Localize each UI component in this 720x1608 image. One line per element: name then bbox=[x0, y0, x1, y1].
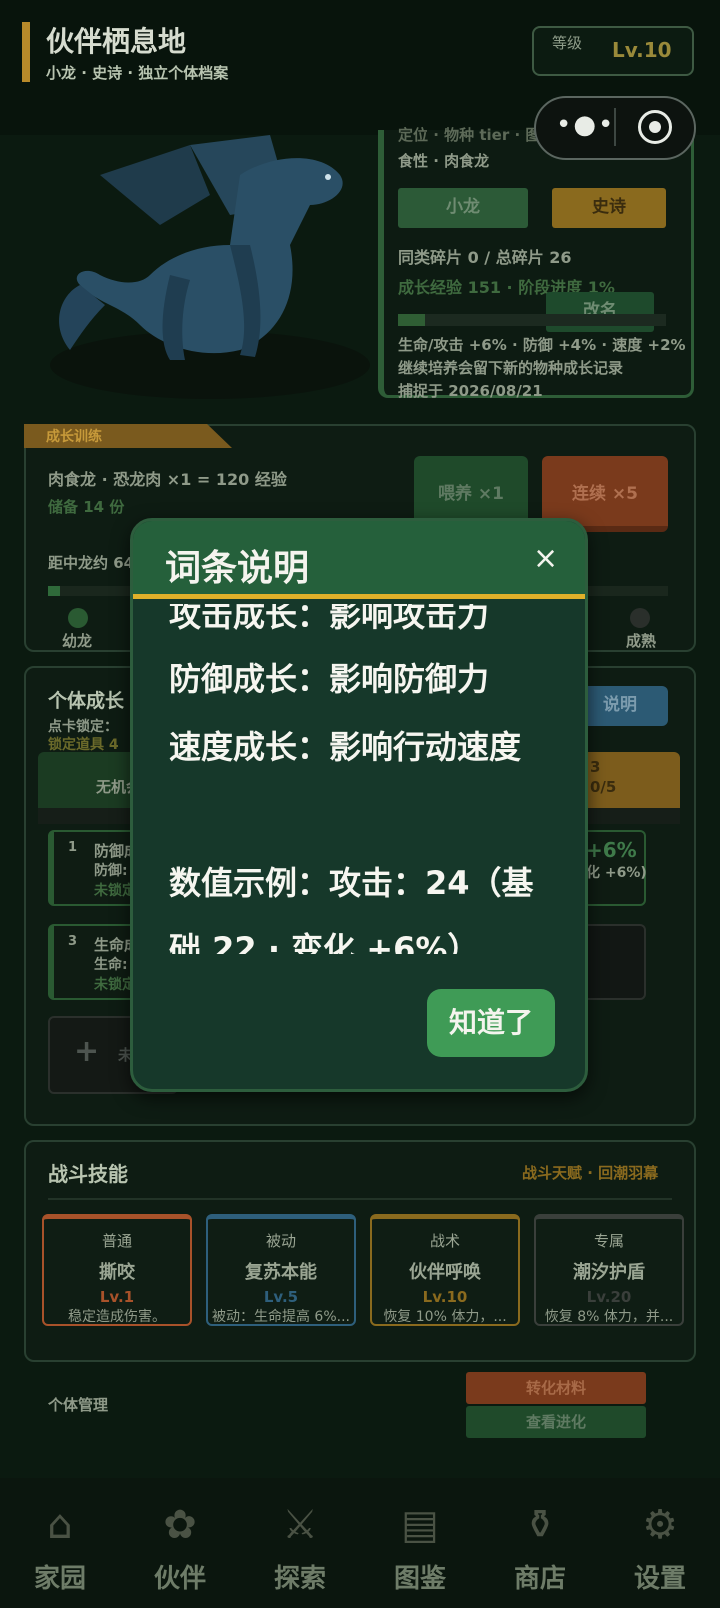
modal-line-defense: 防御成长：影响防御力 bbox=[169, 660, 490, 698]
tab-label: 设置 bbox=[633, 1564, 686, 1594]
close-icon[interactable]: × bbox=[533, 541, 558, 576]
tab-home[interactable]: ⌂ 家园 bbox=[0, 1500, 120, 1595]
tab-partner[interactable]: ✿ 伙伴 bbox=[120, 1500, 240, 1595]
tab-label: 商店 bbox=[513, 1564, 566, 1594]
tab-label: 图鉴 bbox=[393, 1564, 446, 1594]
modal-line-speed: 速度成长：影响行动速度 bbox=[169, 728, 522, 766]
ok-button[interactable]: 知道了 bbox=[427, 989, 555, 1057]
modal-line-example-cont: 础 22 · 变化 +6%） bbox=[169, 930, 480, 954]
tab-label: 伙伴 bbox=[153, 1564, 206, 1594]
codex-icon: ▤ bbox=[401, 1502, 439, 1548]
explore-icon: ⚔ bbox=[282, 1502, 318, 1548]
tab-shop[interactable]: ⚱ 商店 bbox=[480, 1500, 600, 1595]
term-explain-modal: 词条说明 × 攻击成长：影响攻击力 防御成长：影响防御力 速度成长：影响行动速度… bbox=[130, 518, 588, 1092]
tab-codex[interactable]: ▤ 图鉴 bbox=[360, 1500, 480, 1595]
shop-icon: ⚱ bbox=[523, 1502, 557, 1548]
tab-settings[interactable]: ⚙ 设置 bbox=[600, 1500, 720, 1595]
tab-explore[interactable]: ⚔ 探索 bbox=[240, 1500, 360, 1595]
modal-line-attack: 攻击成长：影响攻击力 bbox=[169, 604, 490, 634]
tab-label: 探索 bbox=[273, 1564, 326, 1594]
modal-title: 词条说明 bbox=[165, 548, 310, 589]
tab-label: 家园 bbox=[33, 1564, 86, 1594]
modal-scroll-body[interactable]: 攻击成长：影响攻击力 防御成长：影响防御力 速度成长：影响行动速度 数值示例：攻… bbox=[133, 604, 585, 954]
home-icon: ⌂ bbox=[47, 1502, 73, 1548]
partner-icon: ✿ bbox=[163, 1502, 197, 1548]
modal-line-example: 数值示例：攻击：24（基 bbox=[169, 864, 534, 902]
settings-icon: ⚙ bbox=[642, 1502, 678, 1548]
